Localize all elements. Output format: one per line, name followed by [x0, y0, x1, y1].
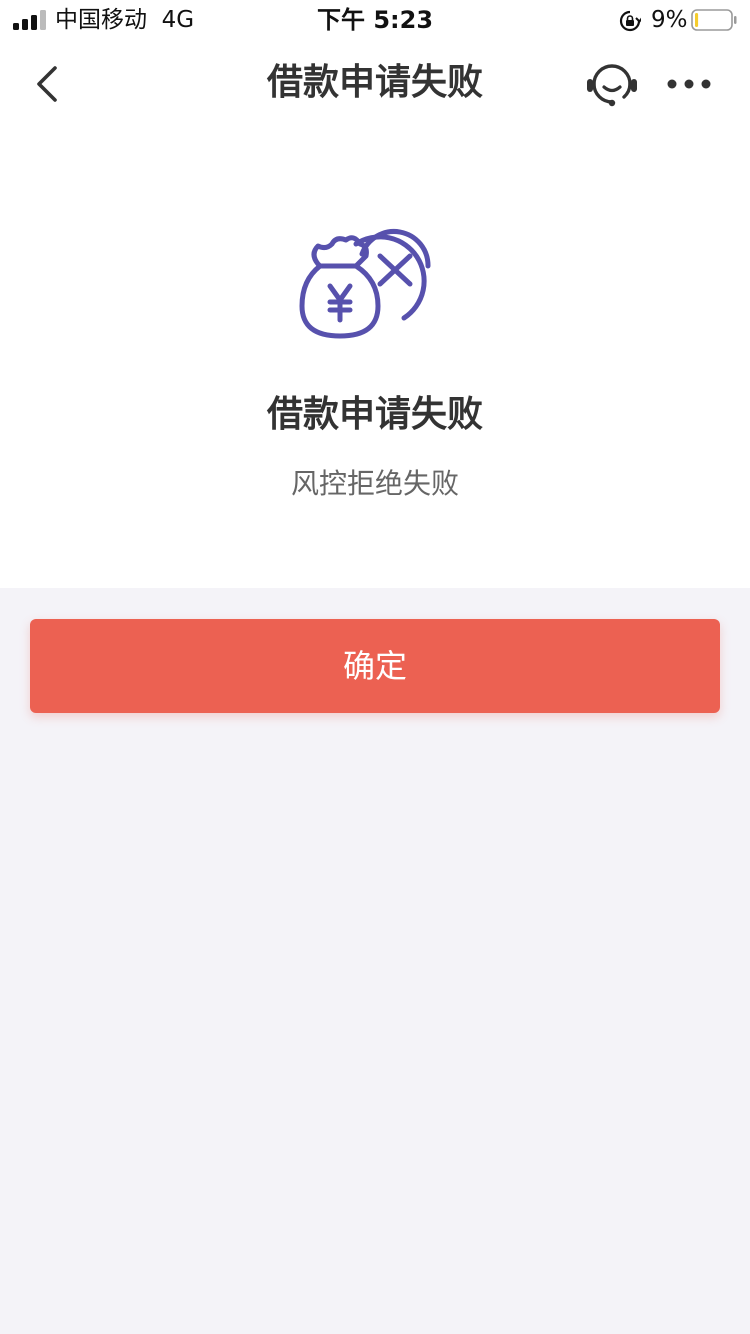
page-title: 借款申请失败 [266, 62, 483, 103]
status-bar: 中国移动 4G 下午 5:23 9% [0, 0, 750, 40]
confirm-button[interactable]: 确定 [30, 619, 720, 713]
result-reason: 风控拒绝失败 [290, 467, 459, 500]
result-title: 借款申请失败 [266, 394, 483, 435]
more-dots-icon[interactable] [662, 64, 716, 104]
battery-percent: 9% [651, 7, 688, 33]
nav-bar: 借款申请失败 [0, 40, 750, 128]
battery-icon [691, 9, 737, 31]
result-card: 借款申请失败 风控拒绝失败 [0, 128, 750, 588]
customer-service-icon[interactable] [584, 59, 640, 109]
money-bag-failed-icon [299, 229, 431, 339]
chevron-left-icon[interactable] [24, 60, 72, 108]
rotation-lock-icon [619, 10, 641, 32]
